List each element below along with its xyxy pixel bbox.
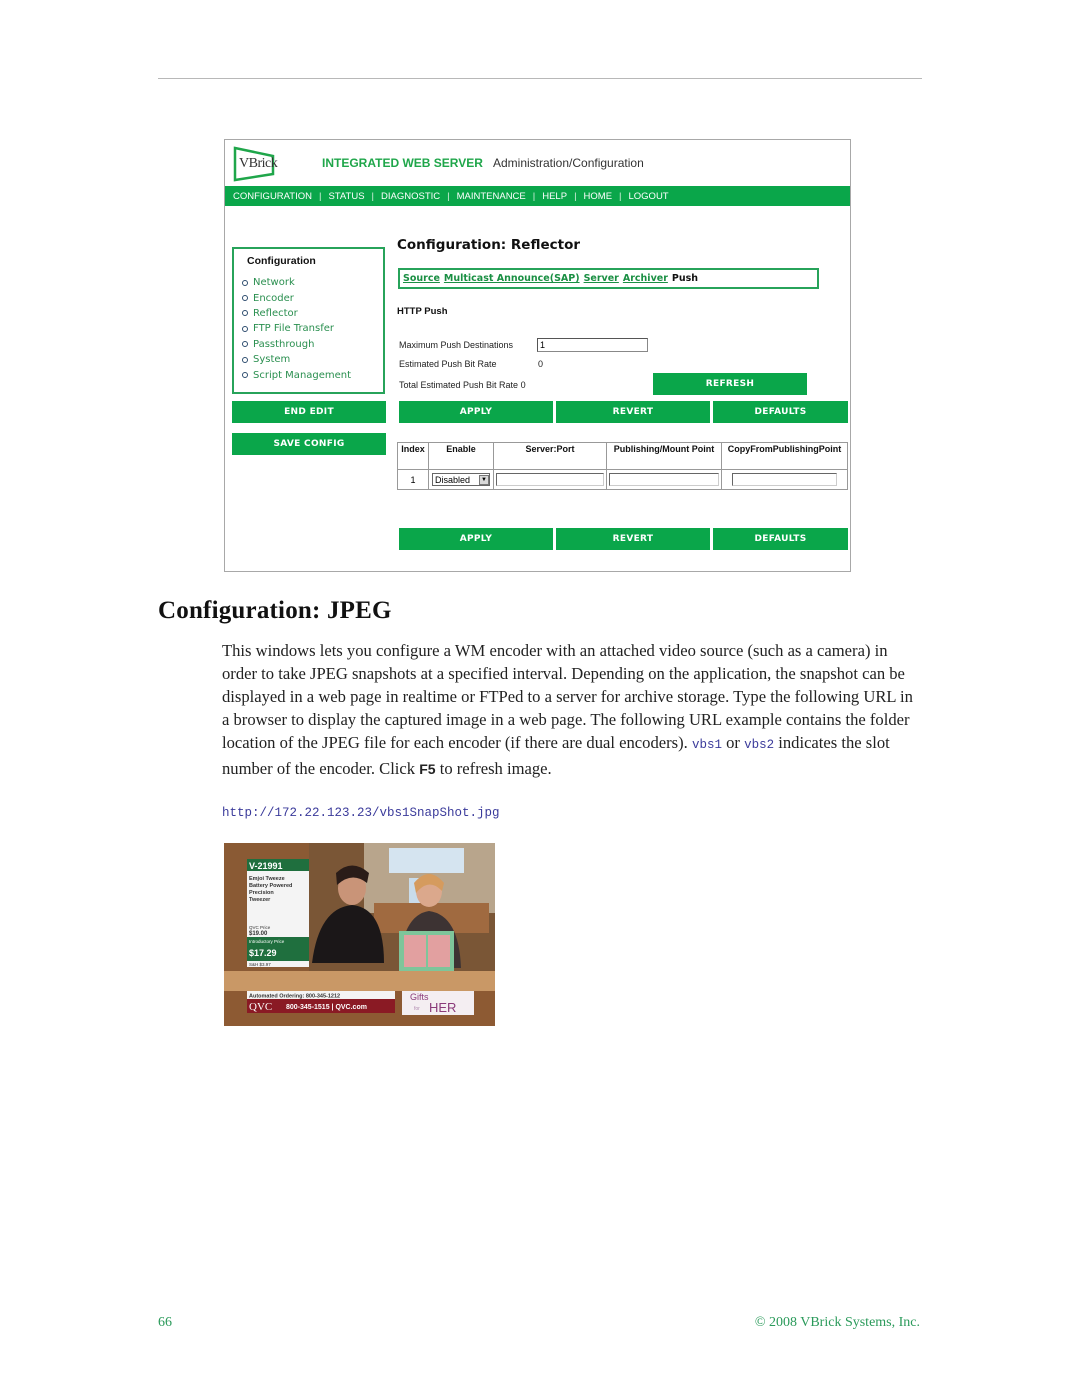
bullet-icon <box>242 341 248 348</box>
reflector-config-screenshot: VBrick INTEGRATED WEB SERVER Administrat… <box>224 139 851 572</box>
col-mount-point: Publishing/Mount Point <box>606 442 722 470</box>
code-vbs1: vbs1 <box>691 738 722 752</box>
app-subtitle: Administration/Configuration <box>493 156 644 170</box>
svg-text:Gifts: Gifts <box>410 992 429 1002</box>
svg-text:QVC: QVC <box>249 1001 272 1013</box>
section-heading: Configuration: JPEG <box>158 597 392 624</box>
svg-text:Emjoi Tweeze: Emjoi Tweeze <box>249 876 285 882</box>
tab-archiver[interactable]: Archiver <box>623 273 668 284</box>
table-row: 1 Disabled ▼ <box>397 469 848 490</box>
header-rule <box>158 78 922 79</box>
tab-source[interactable]: Source <box>403 273 440 284</box>
apply-button-top[interactable]: APPLY <box>399 401 553 423</box>
jpeg-snapshot-image: V-21991 Emjoi Tweeze Battery Powered Pre… <box>224 843 495 1026</box>
bullet-icon <box>242 295 248 302</box>
copyright: © 2008 VBrick Systems, Inc. <box>754 1315 920 1330</box>
revert-button-bottom[interactable]: REVERT <box>556 528 710 550</box>
svg-text:Precision: Precision <box>249 890 274 896</box>
save-config-button[interactable]: SAVE CONFIG <box>232 433 386 455</box>
col-index: Index <box>397 442 429 470</box>
revert-button-top[interactable]: REVERT <box>556 401 710 423</box>
main-nav: CONFIGURATION | STATUS | DIAGNOSTIC | MAINT… <box>225 186 850 206</box>
nav-status[interactable]: STATUS <box>328 191 364 202</box>
page-number: 66 <box>158 1315 172 1330</box>
vbrick-logo: VBrick <box>233 146 278 182</box>
dropdown-arrow-icon: ▼ <box>479 474 489 485</box>
nav-configuration[interactable]: CONFIGURATION <box>233 191 312 202</box>
max-push-label: Maximum Push Destinations <box>399 340 514 350</box>
svg-text:800-345-1515 | QVC.com: 800-345-1515 | QVC.com <box>286 1004 367 1011</box>
section-title: HTTP Push <box>397 306 448 317</box>
sidebar-title: Configuration <box>247 255 316 267</box>
col-server-port: Server:Port <box>493 442 607 470</box>
end-edit-button[interactable]: END EDIT <box>232 401 386 423</box>
svg-text:Introductory Price: Introductory Price <box>249 939 285 944</box>
tab-multicast-announce[interactable]: Multicast Announce(SAP) <box>444 273 580 284</box>
col-copy-from: CopyFromPublishingPoint <box>721 442 848 470</box>
col-enable: Enable <box>428 442 494 470</box>
reflector-tabs: Source Multicast Announce(SAP) Server Ar… <box>398 268 819 289</box>
sidebar-item-script-management[interactable]: Script Management <box>242 367 351 382</box>
svg-text:Battery Powered: Battery Powered <box>249 883 292 889</box>
code-vbs2: vbs2 <box>744 738 775 752</box>
sidebar-item-ftp[interactable]: FTP File Transfer <box>242 321 351 336</box>
nav-help[interactable]: HELP <box>542 191 567 202</box>
total-rate-value: 0 <box>520 380 526 390</box>
sidebar-item-passthrough[interactable]: Passthrough <box>242 337 351 352</box>
refresh-button[interactable]: REFRESH <box>653 373 807 395</box>
apply-button-bottom[interactable]: APPLY <box>399 528 553 550</box>
sidebar-item-encoder[interactable]: Encoder <box>242 290 351 305</box>
svg-text:Automated Ordering: 800-345-12: Automated Ordering: 800-345-1212 <box>249 994 340 1000</box>
server-port-input[interactable] <box>496 473 604 486</box>
bullet-icon <box>242 325 248 332</box>
sidebar-item-network[interactable]: Network <box>242 275 351 290</box>
svg-text:HER: HER <box>429 1000 456 1015</box>
total-rate-label: Total Estimated Push Bit Rate 0 <box>399 380 526 390</box>
defaults-button-top[interactable]: DEFAULTS <box>713 401 848 423</box>
bullet-icon <box>242 372 248 379</box>
svg-text:Tweezer: Tweezer <box>249 897 271 903</box>
est-rate-value: 0 <box>538 359 544 369</box>
svg-text:$17.29: $17.29 <box>249 948 277 958</box>
tab-server[interactable]: Server <box>584 273 619 284</box>
max-push-input[interactable]: 1 <box>537 338 648 352</box>
snapshot-url: http://172.22.123.23/vbs1SnapShot.jpg <box>222 806 500 820</box>
sidebar-item-reflector[interactable]: Reflector <box>242 306 351 321</box>
copy-from-input[interactable] <box>732 473 837 486</box>
nav-diagnostic[interactable]: DIAGNOSTIC <box>381 191 440 202</box>
svg-text:$19.00: $19.00 <box>249 931 268 937</box>
app-title: INTEGRATED WEB SERVER <box>322 156 483 170</box>
row-index: 1 <box>397 469 429 490</box>
sidebar-item-system[interactable]: System <box>242 352 351 367</box>
defaults-button-bottom[interactable]: DEFAULTS <box>713 528 848 550</box>
nav-home[interactable]: HOME <box>584 191 613 202</box>
nav-maintenance[interactable]: MAINTENANCE <box>457 191 526 202</box>
bullet-icon <box>242 279 248 286</box>
key-f5: F5 <box>419 761 436 777</box>
mount-point-input[interactable] <box>609 473 719 486</box>
enable-select[interactable]: Disabled ▼ <box>432 473 490 486</box>
bullet-icon <box>242 310 248 317</box>
svg-text:for: for <box>414 1006 420 1012</box>
est-rate-label: Estimated Push Bit Rate <box>399 359 497 369</box>
page-title: Configuration: Reflector <box>397 237 581 253</box>
body-paragraph: This windows lets you configure a WM enc… <box>222 641 913 778</box>
nav-logout[interactable]: LOGOUT <box>629 191 669 202</box>
tab-push: Push <box>671 273 699 284</box>
svg-text:QVC Price: QVC Price <box>249 925 271 930</box>
snapshot-sku: V-21991 <box>249 861 283 871</box>
sidebar: Configuration Network Encoder Reflector … <box>232 247 385 394</box>
svg-text:S&H $3.97: S&H $3.97 <box>249 962 271 967</box>
push-destinations-table: Index Enable Server:Port Publishing/Moun… <box>397 442 848 490</box>
bullet-icon <box>242 356 248 363</box>
